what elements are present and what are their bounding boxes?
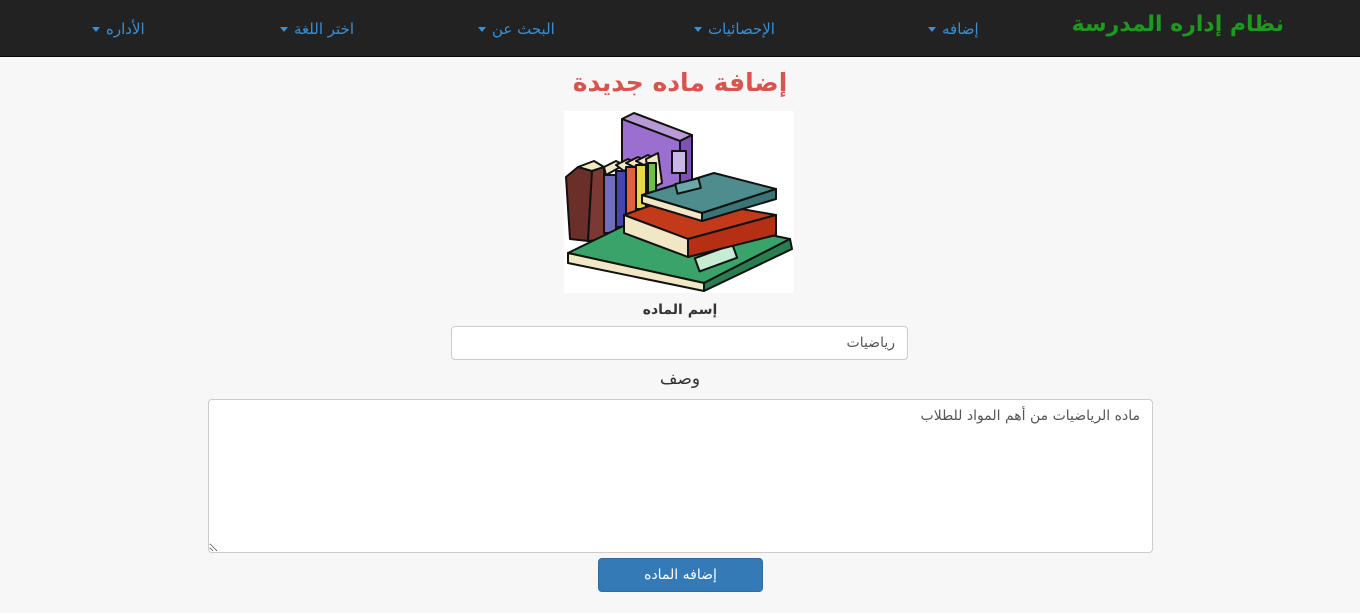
nav-add-dropdown[interactable]: إضافه: [928, 20, 979, 38]
caret-down-icon: [478, 26, 486, 32]
brand-title[interactable]: نظام إداره المدرسة: [1072, 12, 1284, 37]
caret-down-icon: [694, 26, 702, 32]
books-illustration: [564, 111, 794, 293]
page-title: إضافة ماده جديدة: [572, 68, 788, 97]
nav-admin-dropdown[interactable]: الأداره: [92, 20, 145, 38]
subject-name-label: إسم الماده: [642, 302, 718, 318]
nav-language-label: اختر اللغة: [294, 20, 354, 38]
nav-search-label: البحث عن: [492, 20, 555, 38]
nav-search-dropdown[interactable]: البحث عن: [478, 20, 555, 38]
subject-name-input[interactable]: [451, 326, 908, 360]
nav-statistics-label: الإحصائيات: [708, 20, 775, 38]
nav-admin-label: الأداره: [106, 20, 145, 38]
nav-statistics-dropdown[interactable]: الإحصائيات: [694, 20, 775, 38]
navbar: نظام إداره المدرسة إضافه الإحصائيات البح…: [0, 0, 1360, 57]
description-textarea[interactable]: ماده الرياضيات من أهم المواد للطلاب: [208, 399, 1153, 553]
nav-language-dropdown[interactable]: اختر اللغة: [280, 20, 354, 38]
caret-down-icon: [280, 26, 288, 32]
description-label: وصف: [659, 369, 701, 389]
add-subject-button[interactable]: إضافه الماده: [598, 558, 763, 592]
caret-down-icon: [928, 26, 936, 32]
nav-add-label: إضافه: [942, 20, 979, 38]
caret-down-icon: [92, 26, 100, 32]
